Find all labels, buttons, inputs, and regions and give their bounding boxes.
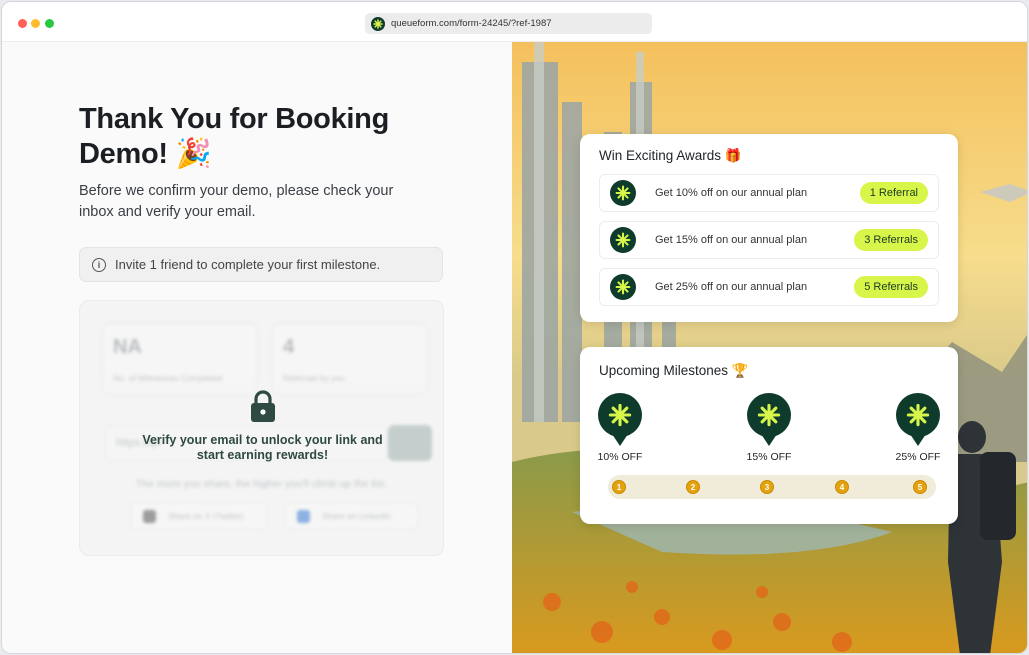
map-pin-icon [896, 393, 940, 446]
stat-value: NA [113, 336, 142, 358]
lock-overlay: Verify your email to unlock your link an… [140, 389, 385, 463]
milestone-pin: 10% OFF [597, 393, 643, 463]
share-linkedin-label: Share on LinkedIn [322, 511, 391, 521]
award-row: Get 15% off on our annual plan 3 Referra… [599, 221, 939, 259]
award-row: Get 25% off on our annual plan 5 Referra… [599, 268, 939, 306]
award-row: Get 10% off on our annual plan 1 Referra… [599, 174, 939, 212]
page-title: Thank You for Booking Demo! 🎉 [79, 103, 390, 170]
milestones-title: Upcoming Milestones 🏆 [599, 363, 749, 378]
share-x-label: Share on X (Twitter) [168, 511, 244, 521]
left-panel: Thank You for Booking Demo! 🎉 Before we … [2, 42, 512, 653]
award-text: Get 10% off on our annual plan [655, 187, 808, 199]
minimize-window-button[interactable] [31, 19, 40, 28]
url-text: queueform.com/form-24245/?ref-1987 [391, 18, 552, 29]
reward-badge-icon [610, 274, 636, 300]
milestone-step: 3 [760, 480, 774, 494]
copy-link-button[interactable] [388, 425, 432, 461]
share-x-button[interactable]: Share on X (Twitter) [130, 502, 268, 530]
award-text: Get 25% off on our annual plan [655, 281, 808, 293]
map-pin-icon [598, 393, 642, 446]
share-note: The more you share, the higher you'll cl… [135, 478, 388, 490]
milestones-completed-stat: NA No. of Milestones Completed [102, 323, 258, 395]
close-window-button[interactable] [18, 19, 27, 28]
linkedin-logo-icon [297, 509, 310, 523]
info-text: Invite 1 friend to complete your first m… [115, 257, 381, 272]
referral-count-badge: 5 Referrals [854, 276, 928, 298]
milestone-label: 25% OFF [895, 451, 941, 463]
x-logo-icon [143, 509, 156, 523]
lock-message: Verify your email to unlock your link an… [142, 433, 383, 462]
milestone-label: 15% OFF [746, 451, 792, 463]
maximize-window-button[interactable] [45, 19, 54, 28]
milestone-step: 4 [835, 480, 849, 494]
stat-label: Referrals by you [283, 373, 345, 383]
stat-value: 4 [283, 336, 295, 358]
milestone-info-banner: i Invite 1 friend to complete your first… [79, 247, 443, 282]
referral-count-badge: 3 Referrals [854, 229, 928, 251]
milestone-step: 2 [686, 480, 700, 494]
right-panel-background: Win Exciting Awards 🎁 Get 10% off on our… [512, 42, 1027, 653]
map-pin-icon [747, 393, 791, 446]
milestones-card: Upcoming Milestones 🏆 10% OFF 15% OFF 25… [580, 347, 958, 524]
award-text: Get 15% off on our annual plan [655, 234, 808, 246]
referral-count-badge: 1 Referral [859, 182, 928, 204]
info-icon: i [92, 257, 106, 272]
milestone-step: 1 [612, 480, 626, 494]
reward-badge-icon [610, 227, 636, 253]
browser-window: queueform.com/form-24245/?ref-1987 Thank… [1, 1, 1028, 654]
milestone-step: 5 [913, 480, 927, 494]
referrals-stat: 4 Referrals by you [272, 323, 428, 395]
awards-card: Win Exciting Awards 🎁 Get 10% off on our… [580, 134, 958, 322]
milestone-pin: 15% OFF [746, 393, 792, 463]
referral-card-locked: NA No. of Milestones Completed 4 Referra… [79, 300, 444, 556]
awards-title: Win Exciting Awards 🎁 [599, 148, 742, 163]
reward-badge-icon [610, 180, 636, 206]
milestone-progress-track: 1 2 3 4 5 [608, 475, 936, 499]
milestone-pin: 25% OFF [895, 393, 941, 463]
milestone-label: 10% OFF [597, 451, 643, 463]
stat-label: No. of Milestones Completed [113, 373, 223, 383]
site-favicon-icon [371, 16, 385, 31]
share-linkedin-button[interactable]: Share on LinkedIn [284, 502, 419, 530]
browser-titlebar: queueform.com/form-24245/?ref-1987 [2, 2, 1027, 42]
page-subtitle: Before we confirm your demo, please chec… [79, 183, 394, 220]
lock-icon [249, 389, 277, 423]
address-bar[interactable]: queueform.com/form-24245/?ref-1987 [365, 13, 652, 34]
